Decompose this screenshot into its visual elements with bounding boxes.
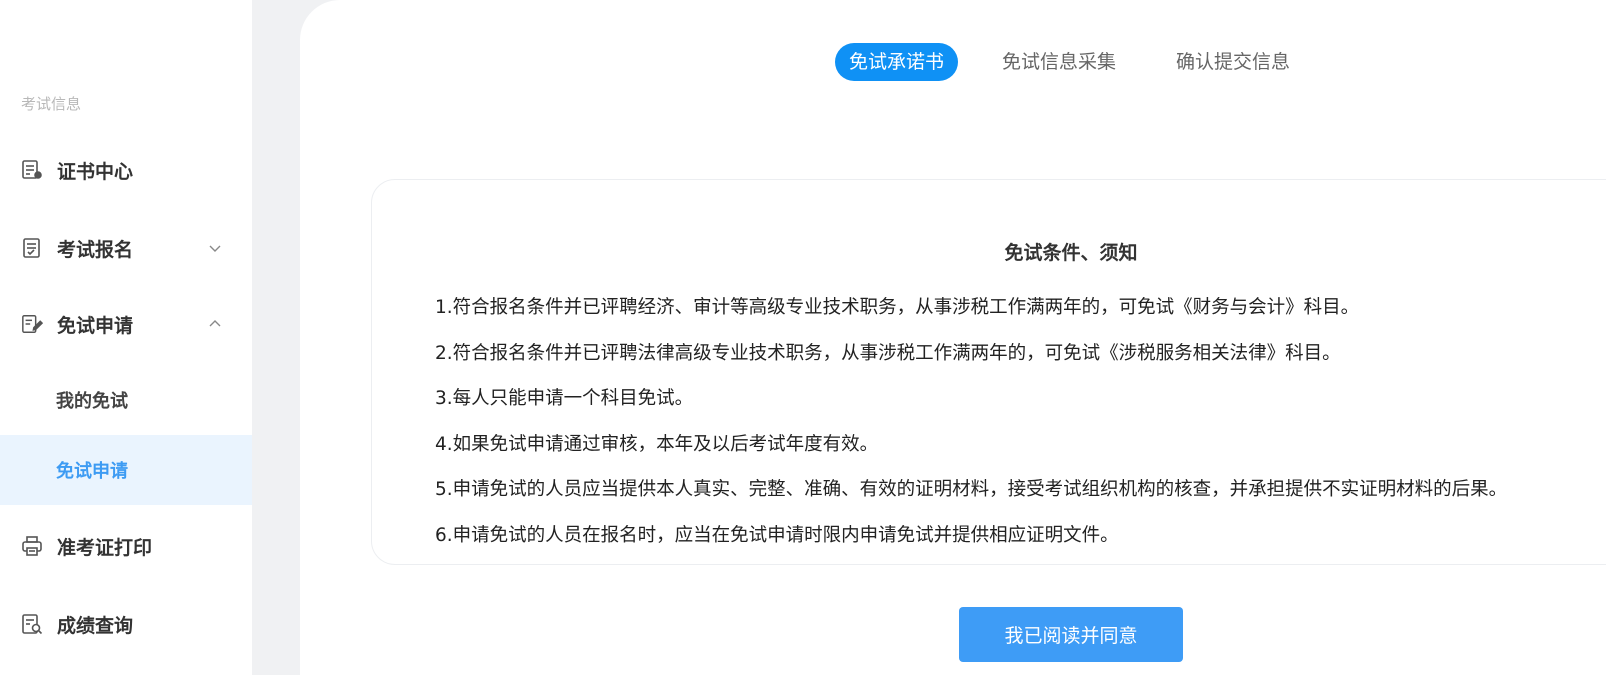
step-tabs: 免试承诺书 免试信息采集 确认提交信息	[300, 43, 1606, 81]
notice-item: 6.申请免试的人员在报名时，应当在免试申请时限内申请免试并提供相应证明文件。	[435, 524, 1119, 546]
certificate-icon	[21, 159, 43, 181]
sidebar-item-certificate-center[interactable]: 证书中心	[0, 148, 252, 192]
main-content: 免试承诺书 免试信息采集 确认提交信息 免试条件、须知 1.符合报名条件并已评聘…	[300, 0, 1606, 675]
sidebar-item-exam-registration[interactable]: 考试报名	[0, 226, 252, 270]
edit-document-icon	[21, 313, 43, 335]
score-search-icon	[21, 613, 43, 635]
notice-card: 免试条件、须知 1.符合报名条件并已评聘经济、审计等高级专业技术职务，从事涉税工…	[371, 179, 1606, 565]
chevron-up-icon	[208, 317, 222, 331]
notice-item: 2.符合报名条件并已评聘法律高级专业技术职务，从事涉税工作满两年的，可免试《涉税…	[435, 342, 1341, 364]
app-root: 考试信息 证书中心 考试报名 免试申请 我的免试 免试申请 准考证打印 成绩查询…	[0, 0, 1606, 675]
notice-item: 4.如果免试申请通过审核，本年及以后考试年度有效。	[435, 433, 879, 455]
notice-title: 免试条件、须知	[1004, 242, 1138, 264]
chevron-down-icon	[208, 241, 222, 255]
sidebar-item-label: 免试申请	[57, 314, 134, 337]
printer-icon	[21, 535, 43, 557]
sidebar-item-admission-ticket-print[interactable]: 准考证打印	[0, 524, 252, 568]
sidebar-item-label: 准考证打印	[57, 536, 153, 559]
notice-list: 1.符合报名条件并已评聘经济、审计等高级专业技术职务，从事涉税工作满两年的，可免…	[435, 285, 1507, 559]
registration-icon	[21, 237, 43, 259]
sidebar-item-label: 证书中心	[57, 160, 134, 183]
step-confirm-submit[interactable]: 确认提交信息	[1176, 43, 1290, 81]
agree-button[interactable]: 我已阅读并同意	[959, 607, 1183, 662]
sidebar-item-label: 考试报名	[57, 238, 134, 261]
sidebar-item-exemption-application[interactable]: 免试申请	[0, 302, 252, 346]
sidebar-subitem-exemption-apply[interactable]: 免试申请	[0, 435, 252, 505]
step-info-collection[interactable]: 免试信息采集	[1002, 43, 1116, 81]
sidebar-item-score-query[interactable]: 成绩查询	[0, 602, 252, 646]
sidebar: 考试信息 证书中心 考试报名 免试申请 我的免试 免试申请 准考证打印 成绩查询	[0, 0, 252, 675]
sidebar-item-label: 成绩查询	[57, 614, 134, 637]
notice-item: 5.申请免试的人员应当提供本人真实、完整、准确、有效的证明材料，接受考试组织机构…	[435, 479, 1508, 501]
step-commitment-letter[interactable]: 免试承诺书	[835, 43, 959, 81]
notice-item: 1.符合报名条件并已评聘经济、审计等高级专业技术职务，从事涉税工作满两年的，可免…	[435, 297, 1360, 318]
sidebar-subitem-my-exemption[interactable]: 我的免试	[0, 365, 252, 435]
sidebar-section-title: 考试信息	[21, 95, 82, 113]
notice-item: 3.每人只能申请一个科目免试。	[435, 388, 694, 410]
